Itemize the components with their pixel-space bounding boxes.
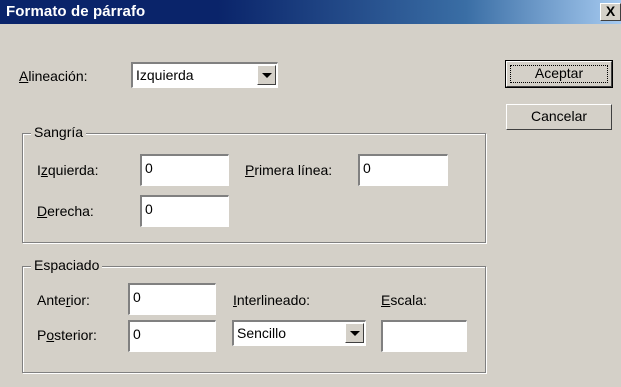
cancelar-label: Cancelar <box>530 108 588 124</box>
sangria-legend: Sangría <box>31 124 87 140</box>
izquierda-label: Izquierda: <box>37 162 99 178</box>
focus-rect <box>510 65 608 83</box>
primera-linea-input[interactable]: 0 <box>358 154 448 186</box>
posterior-label: Posterior: <box>37 327 97 343</box>
paragraph-format-dialog: Formato de párrafo X Alineación: Izquier… <box>0 0 621 387</box>
anterior-value: 0 <box>133 289 141 305</box>
dialog-title: Formato de párrafo <box>6 3 146 20</box>
aceptar-button[interactable]: Aceptar <box>505 60 613 88</box>
interlineado-value: Sencillo <box>237 325 287 341</box>
alineacion-value: Izquierda <box>136 67 194 83</box>
title-bar: Formato de párrafo X <box>0 0 621 24</box>
alineacion-select[interactable]: Izquierda <box>131 62 278 88</box>
derecha-input[interactable]: 0 <box>140 195 229 227</box>
close-icon: X <box>605 3 616 19</box>
izquierda-input[interactable]: 0 <box>140 154 229 186</box>
interlineado-label: Interlineado: <box>233 292 311 308</box>
posterior-input[interactable]: 0 <box>128 320 216 352</box>
derecha-value: 0 <box>145 201 153 217</box>
alineacion-label: Alineación: <box>19 68 88 84</box>
interlineado-select[interactable]: Sencillo <box>232 320 366 346</box>
anterior-label: Anterior: <box>37 292 90 308</box>
primera-linea-value: 0 <box>363 160 371 176</box>
izquierda-value: 0 <box>145 160 153 176</box>
primera-linea-label: Primera línea: <box>245 162 333 178</box>
chevron-down-icon[interactable] <box>345 323 364 343</box>
cancelar-button[interactable]: Cancelar <box>506 104 612 130</box>
anterior-input[interactable]: 0 <box>128 283 216 315</box>
espaciado-legend: Espaciado <box>31 257 103 273</box>
posterior-value: 0 <box>133 326 141 342</box>
chevron-down-icon[interactable] <box>257 65 276 85</box>
close-button[interactable]: X <box>600 3 621 21</box>
sangria-group <box>22 133 486 243</box>
escala-label: Escala: <box>381 292 427 308</box>
derecha-label: Derecha: <box>37 203 94 219</box>
escala-input[interactable] <box>381 320 467 352</box>
